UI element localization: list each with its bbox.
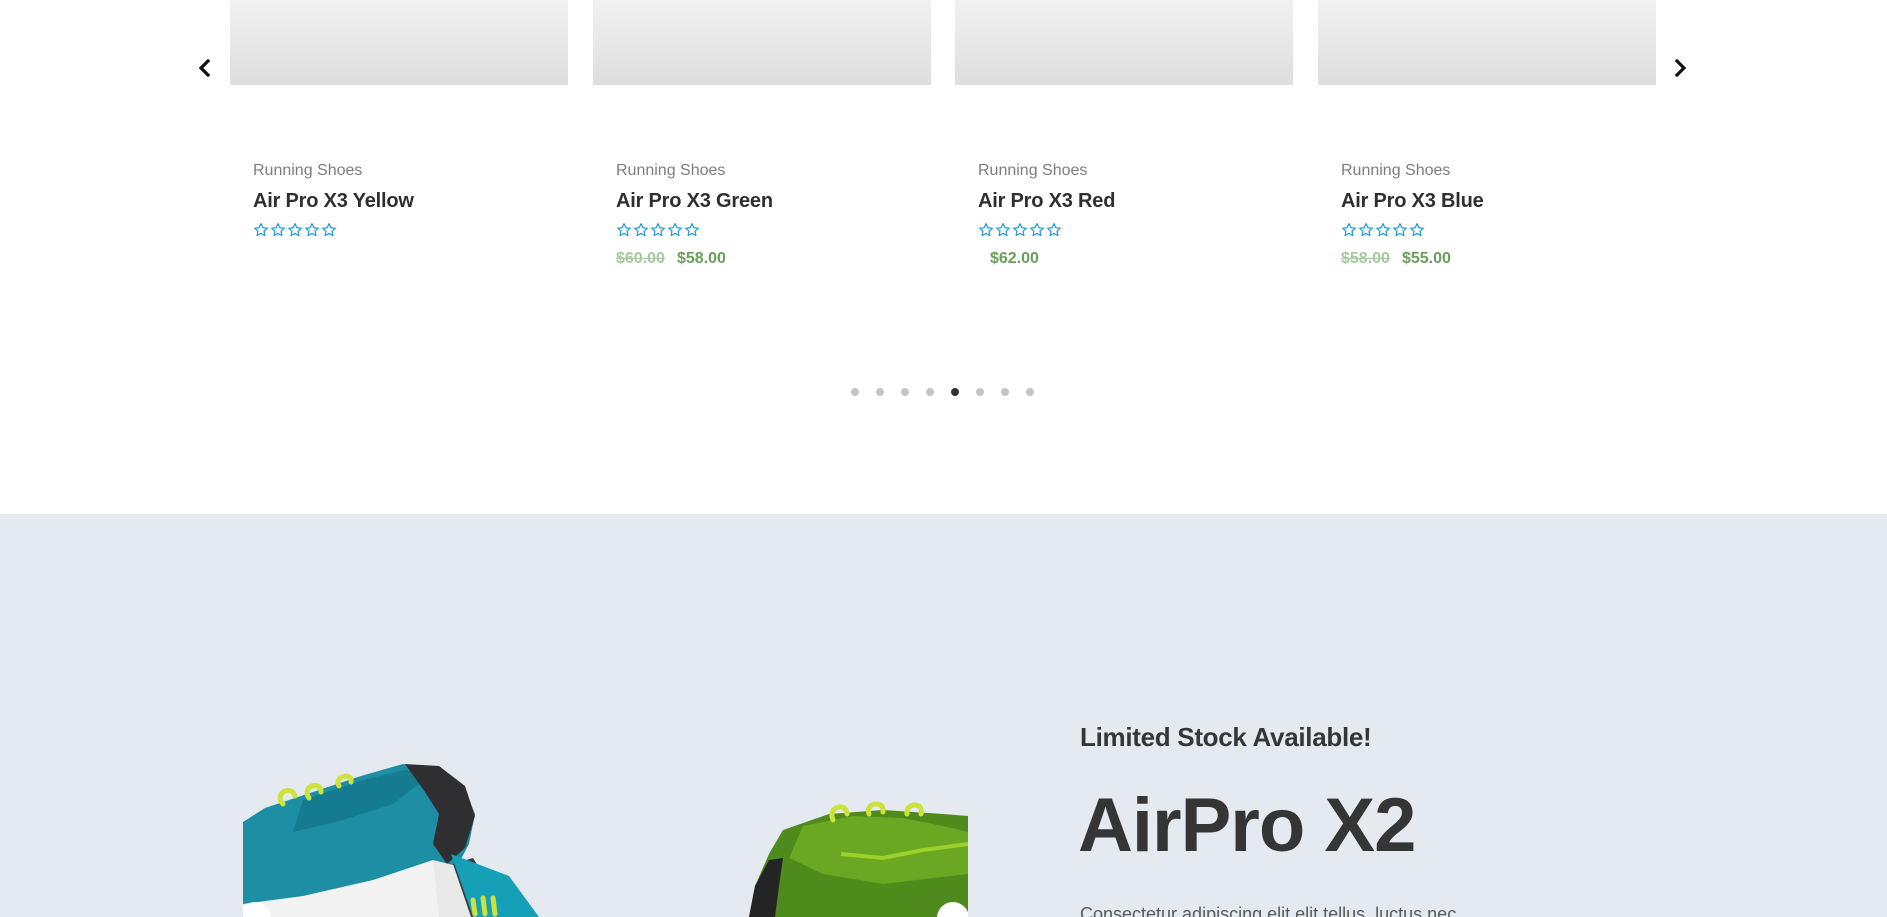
star-icon bbox=[1030, 223, 1044, 237]
product-rating bbox=[616, 222, 700, 238]
product-card[interactable]: Running Shoes Air Pro X3 Green $60.00 $5… bbox=[593, 0, 931, 267]
product-category[interactable]: Running Shoes bbox=[1341, 162, 1450, 180]
product-rating bbox=[253, 222, 337, 238]
product-carousel: Running Shoes Air Pro X3 Yellow Running … bbox=[0, 0, 1887, 514]
running-shoes-illustration bbox=[243, 764, 968, 917]
product-card[interactable]: Running Shoes Air Pro X3 Red $62.00 bbox=[955, 0, 1293, 267]
star-icon bbox=[1393, 223, 1407, 237]
chevron-right-icon bbox=[1674, 59, 1687, 77]
product-image[interactable] bbox=[593, 0, 931, 85]
product-title[interactable]: Air Pro X3 Red bbox=[978, 190, 1115, 213]
pagination-dot[interactable] bbox=[1026, 388, 1034, 396]
star-icon bbox=[322, 223, 336, 237]
star-icon bbox=[1013, 223, 1027, 237]
pagination-dot[interactable] bbox=[876, 388, 884, 396]
product-title[interactable]: Air Pro X3 Green bbox=[616, 190, 773, 213]
star-icon bbox=[651, 223, 665, 237]
product-image[interactable] bbox=[955, 0, 1293, 85]
star-icon bbox=[271, 223, 285, 237]
promo-eyebrow: Limited Stock Available! bbox=[1080, 722, 1372, 752]
star-icon bbox=[996, 223, 1010, 237]
product-category[interactable]: Running Shoes bbox=[253, 162, 362, 180]
promo-body-text: Consectetur adipiscing elit elit tellus,… bbox=[1080, 904, 1457, 917]
star-icon bbox=[617, 223, 631, 237]
pagination-dot[interactable] bbox=[976, 388, 984, 396]
pagination-dot[interactable] bbox=[926, 388, 934, 396]
star-icon bbox=[254, 223, 268, 237]
product-image[interactable] bbox=[230, 0, 568, 85]
product-image[interactable] bbox=[1318, 0, 1656, 85]
product-category[interactable]: Running Shoes bbox=[978, 162, 1087, 180]
product-title[interactable]: Air Pro X3 Yellow bbox=[253, 190, 414, 213]
star-icon bbox=[668, 223, 682, 237]
star-icon bbox=[979, 223, 993, 237]
star-icon bbox=[1376, 223, 1390, 237]
product-price: $60.00 $58.00 bbox=[616, 250, 726, 268]
product-rating bbox=[978, 222, 1062, 238]
star-icon bbox=[1342, 223, 1356, 237]
product-rating bbox=[1341, 222, 1425, 238]
product-title[interactable]: Air Pro X3 Blue bbox=[1341, 190, 1484, 213]
product-price-old: $60.00 bbox=[616, 250, 665, 267]
product-card[interactable]: Running Shoes Air Pro X3 Blue $58.00 $55… bbox=[1318, 0, 1656, 267]
pagination-dot[interactable] bbox=[1001, 388, 1009, 396]
promo-section: Limited Stock Available! AirPro X2 Conse… bbox=[0, 514, 1887, 917]
pagination-dot[interactable] bbox=[851, 388, 859, 396]
star-icon bbox=[685, 223, 699, 237]
star-icon bbox=[288, 223, 302, 237]
product-price: $58.00 $55.00 bbox=[1341, 250, 1451, 268]
product-price-old: $58.00 bbox=[1341, 250, 1390, 267]
carousel-prev-button[interactable] bbox=[194, 56, 214, 80]
product-card[interactable]: Running Shoes Air Pro X3 Yellow bbox=[230, 0, 568, 237]
product-price-current: $58.00 bbox=[676, 250, 726, 267]
star-icon bbox=[305, 223, 319, 237]
carousel-pagination bbox=[851, 388, 1034, 396]
green-shoe bbox=[749, 801, 968, 917]
pagination-dot[interactable] bbox=[901, 388, 909, 396]
star-icon bbox=[1410, 223, 1424, 237]
promo-shoes-image bbox=[243, 514, 968, 917]
star-icon bbox=[1047, 223, 1061, 237]
teal-shoe bbox=[243, 764, 539, 917]
star-icon bbox=[1359, 223, 1373, 237]
product-price-current: $62.00 bbox=[990, 250, 1039, 267]
pagination-dot[interactable] bbox=[951, 388, 959, 396]
product-price-current: $55.00 bbox=[1401, 250, 1451, 267]
product-category[interactable]: Running Shoes bbox=[616, 162, 725, 180]
carousel-next-button[interactable] bbox=[1671, 56, 1691, 80]
chevron-left-icon bbox=[198, 59, 211, 77]
promo-headline: AirPro X2 bbox=[1078, 783, 1416, 868]
product-price: $62.00 bbox=[978, 250, 1039, 268]
star-icon bbox=[634, 223, 648, 237]
